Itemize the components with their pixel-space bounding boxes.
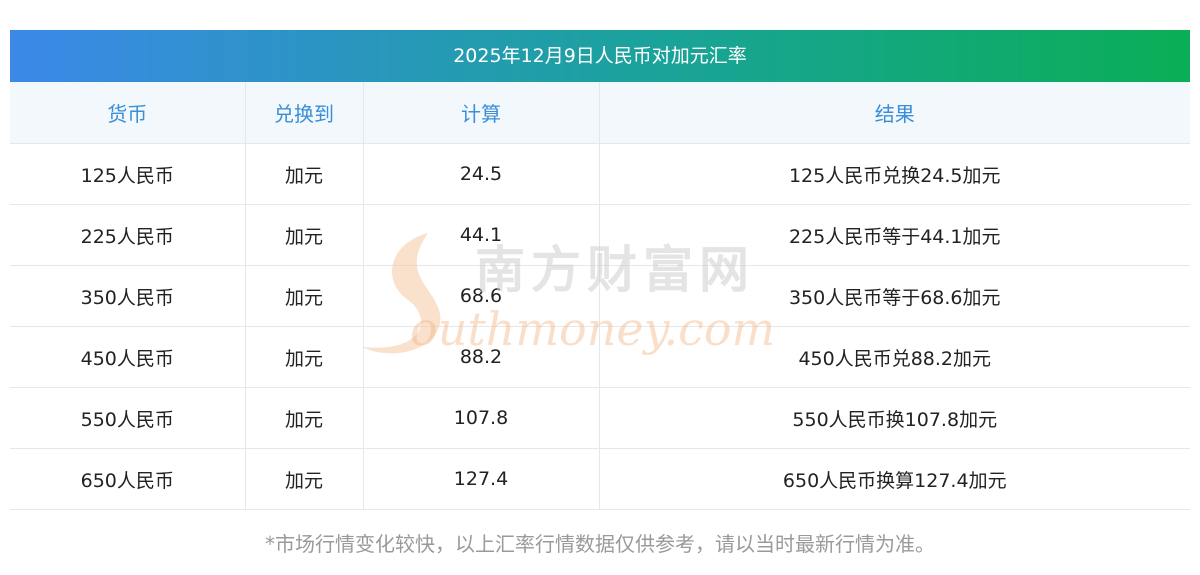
table-row: 350人民币 加元 68.6 350人民币等于68.6加元	[10, 265, 1190, 327]
cell-result: 350人民币等于68.6加元	[599, 265, 1190, 327]
cell-currency: 225人民币	[10, 204, 246, 266]
header-convert-to: 兑换到	[245, 82, 364, 144]
table-row: 450人民币 加元 88.2 450人民币兑88.2加元	[10, 326, 1190, 388]
page: 2025年12月9日人民币对加元汇率 货币 兑换到 计算 结果 125人民币 加…	[0, 0, 1200, 575]
table-row: 125人民币 加元 24.5 125人民币兑换24.5加元	[10, 143, 1190, 205]
cell-result: 550人民币换107.8加元	[599, 387, 1190, 449]
cell-convert-to: 加元	[245, 326, 364, 388]
table-title: 2025年12月9日人民币对加元汇率	[10, 30, 1190, 82]
cell-convert-to: 加元	[245, 387, 364, 449]
cell-result: 225人民币等于44.1加元	[599, 204, 1190, 266]
cell-convert-to: 加元	[245, 143, 364, 205]
cell-calculation: 44.1	[363, 204, 600, 266]
cell-convert-to: 加元	[245, 204, 364, 266]
cell-calculation: 127.4	[363, 448, 600, 510]
cell-convert-to: 加元	[245, 265, 364, 327]
cell-currency: 450人民币	[10, 326, 246, 388]
table-header-row: 货币 兑换到 计算 结果	[10, 82, 1190, 144]
cell-currency: 350人民币	[10, 265, 246, 327]
cell-result: 450人民币兑88.2加元	[599, 326, 1190, 388]
cell-currency: 125人民币	[10, 143, 246, 205]
header-currency: 货币	[10, 82, 246, 144]
header-calculation: 计算	[363, 82, 600, 144]
table-row: 225人民币 加元 44.1 225人民币等于44.1加元	[10, 204, 1190, 266]
cell-currency: 550人民币	[10, 387, 246, 449]
cell-calculation: 107.8	[363, 387, 600, 449]
cell-currency: 650人民币	[10, 448, 246, 510]
cell-convert-to: 加元	[245, 448, 364, 510]
table-row: 650人民币 加元 127.4 650人民币换算127.4加元	[10, 448, 1190, 510]
table-row: 550人民币 加元 107.8 550人民币换107.8加元	[10, 387, 1190, 449]
cell-calculation: 68.6	[363, 265, 600, 327]
cell-result: 650人民币换算127.4加元	[599, 448, 1190, 510]
disclaimer-footnote: *市场行情变化较快，以上汇率行情数据仅供参考，请以当时最新行情为准。	[265, 532, 935, 556]
exchange-rate-table: 货币 兑换到 计算 结果 125人民币 加元 24.5 125人民币兑换24.5…	[10, 82, 1190, 510]
cell-result: 125人民币兑换24.5加元	[599, 143, 1190, 205]
header-result: 结果	[599, 82, 1190, 144]
cell-calculation: 88.2	[363, 326, 600, 388]
cell-calculation: 24.5	[363, 143, 600, 205]
